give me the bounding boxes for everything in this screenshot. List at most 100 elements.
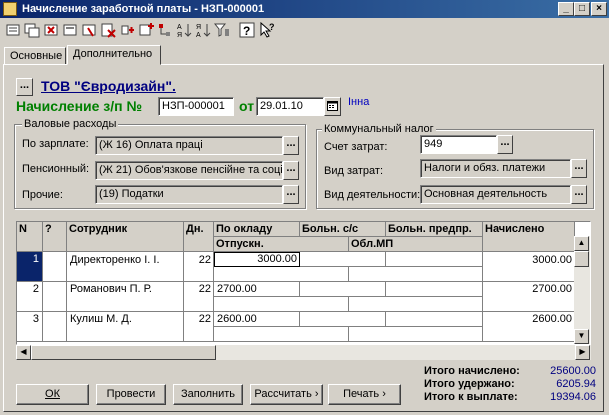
row-days[interactable]: 22 xyxy=(184,252,214,282)
row-vacation[interactable] xyxy=(214,267,349,282)
add-row-icon[interactable] xyxy=(137,21,155,39)
row-flag[interactable] xyxy=(43,312,67,342)
other-expense-label: Прочие: xyxy=(22,189,63,201)
minimize-button[interactable]: _ xyxy=(558,2,574,16)
row-obl-mp[interactable] xyxy=(349,297,483,312)
scroll-thumb[interactable] xyxy=(574,251,589,267)
calculate-button[interactable]: Рассчитать › xyxy=(250,384,323,405)
activity-type-select-button[interactable]: ... xyxy=(571,185,587,204)
cost-type-select-button[interactable]: ... xyxy=(571,159,587,178)
ok-button-label: ОК xyxy=(45,388,60,400)
salary-expense-select-button[interactable]: ... xyxy=(283,136,299,155)
row-vacation[interactable] xyxy=(214,297,349,312)
employees-table[interactable]: N ? Сотрудник Дн. По окладу Больн. с/с Б… xyxy=(16,221,591,345)
salary-expense-field[interactable]: (Ж 16) Оплата праці xyxy=(95,136,283,155)
other-expense-select-button[interactable]: ... xyxy=(283,185,299,204)
edit-doc-icon[interactable] xyxy=(61,21,79,39)
total-accrued-value: 25600.00 xyxy=(550,365,596,377)
row-number[interactable]: 1 xyxy=(17,252,43,282)
copy-doc-icon[interactable] xyxy=(23,21,41,39)
scroll-right-icon[interactable]: ▶ xyxy=(575,345,590,360)
total-withheld-label: Итого удержано: xyxy=(424,378,515,390)
delete-doc-icon[interactable] xyxy=(42,21,60,39)
vertical-scrollbar[interactable]: ▲ ▼ xyxy=(574,236,590,344)
window-title: Начисление заработной платы - НЗП-000001 xyxy=(22,3,265,15)
sort-desc-icon[interactable]: ЯA xyxy=(194,21,212,39)
pension-expense-field[interactable]: (Ж 21) Обов'язкове пенсійне та соці xyxy=(95,161,283,180)
ok-button[interactable]: ОК xyxy=(16,384,89,405)
print-button[interactable]: Печать › xyxy=(328,384,401,405)
col-header-employee[interactable]: Сотрудник xyxy=(67,222,184,252)
col-header-sick-enterprise[interactable]: Больн. предпр. xyxy=(386,222,483,237)
row-sick-ss[interactable] xyxy=(300,252,386,267)
row-employee[interactable]: Кулиш М. Д. xyxy=(67,312,184,342)
other-expense-field[interactable]: (19) Податки xyxy=(95,185,283,204)
row-obl-mp[interactable] xyxy=(349,327,483,342)
cost-type-field[interactable]: Налоги и обяз. платежи xyxy=(420,159,571,178)
row-accrued[interactable]: 2700.00 xyxy=(483,282,575,312)
col-header-flag[interactable]: ? xyxy=(43,222,67,252)
col-header-obl-mp[interactable]: Обл.МП xyxy=(349,237,483,252)
scroll-down-icon[interactable]: ▼ xyxy=(574,329,589,344)
filter-icon[interactable] xyxy=(213,21,231,39)
row-employee[interactable]: Романович П. Р. xyxy=(67,282,184,312)
row-days[interactable]: 22 xyxy=(184,282,214,312)
svg-text:A: A xyxy=(177,24,182,31)
row-salary[interactable]: 3000.00 xyxy=(214,252,300,267)
row-accrued[interactable]: 3000.00 xyxy=(483,252,575,282)
row-number[interactable]: 3 xyxy=(17,312,43,342)
row-days[interactable]: 22 xyxy=(184,312,214,342)
tab-main[interactable]: Основные xyxy=(4,47,66,65)
organization-link[interactable]: ТОВ "Євродизайн". xyxy=(41,78,176,94)
activity-type-field[interactable]: Основная деятельность xyxy=(420,185,571,204)
col-header-accrued[interactable]: Начислено xyxy=(483,222,575,252)
tab-additional[interactable]: Дополнительно xyxy=(67,45,161,65)
hscroll-thumb[interactable] xyxy=(31,345,216,360)
row-flag[interactable] xyxy=(43,252,67,282)
org-select-button[interactable]: ... xyxy=(16,78,33,96)
fill-button[interactable]: Заполнить xyxy=(173,384,243,405)
total-payout-label: Итого к выплате: xyxy=(424,391,518,403)
context-help-icon[interactable]: ? xyxy=(259,21,277,39)
tree-icon[interactable] xyxy=(156,21,174,39)
svg-text:A: A xyxy=(196,32,201,39)
maximize-button[interactable]: □ xyxy=(574,2,590,16)
date-field[interactable]: 29.01.10 xyxy=(256,97,324,116)
mark-delete-icon[interactable] xyxy=(99,21,117,39)
pension-expense-select-button[interactable]: ... xyxy=(283,161,299,180)
group-icon[interactable] xyxy=(80,21,98,39)
row-flag[interactable] xyxy=(43,282,67,312)
sort-asc-icon[interactable]: AЯ xyxy=(175,21,193,39)
row-employee[interactable]: Директоренко І. І. xyxy=(67,252,184,282)
row-accrued[interactable]: 2600.00 xyxy=(483,312,575,342)
horizontal-scrollbar[interactable]: ◀ ▶ xyxy=(16,345,591,360)
col-header-days[interactable]: Дн. xyxy=(184,222,214,252)
row-vacation[interactable] xyxy=(214,327,349,342)
post-button[interactable]: Провести xyxy=(96,384,166,405)
col-header-salary[interactable]: По окладу xyxy=(214,222,300,237)
row-sick-ss[interactable] xyxy=(300,282,386,297)
col-header-vacation[interactable]: Отпускн. xyxy=(214,237,349,252)
close-button[interactable]: × xyxy=(591,2,607,16)
cost-account-select-button[interactable]: ... xyxy=(497,135,513,154)
row-sick-ss[interactable] xyxy=(300,312,386,327)
row-obl-mp[interactable] xyxy=(349,267,483,282)
col-header-n[interactable]: N xyxy=(17,222,43,252)
subordinate-icon[interactable] xyxy=(118,21,136,39)
print-button-label: Печать xyxy=(343,388,380,400)
doc-number-field[interactable]: НЗП-000001 xyxy=(158,97,234,116)
row-sick-enterprise[interactable] xyxy=(386,252,483,267)
row-salary[interactable]: 2600.00 xyxy=(214,312,300,327)
scroll-left-icon[interactable]: ◀ xyxy=(16,345,31,360)
gross-expenses-title: Валовые расходы xyxy=(22,118,119,130)
help-icon[interactable]: ? xyxy=(238,21,256,39)
calendar-button[interactable] xyxy=(324,97,341,116)
row-salary[interactable]: 2700.00 xyxy=(214,282,300,297)
col-header-sick-ss[interactable]: Больн. с/с xyxy=(300,222,386,237)
new-doc-icon[interactable] xyxy=(4,21,22,39)
row-sick-enterprise[interactable] xyxy=(386,312,483,327)
row-number[interactable]: 2 xyxy=(17,282,43,312)
scroll-up-icon[interactable]: ▲ xyxy=(574,236,589,251)
cost-account-field[interactable]: 949 xyxy=(420,135,497,154)
row-sick-enterprise[interactable] xyxy=(386,282,483,297)
